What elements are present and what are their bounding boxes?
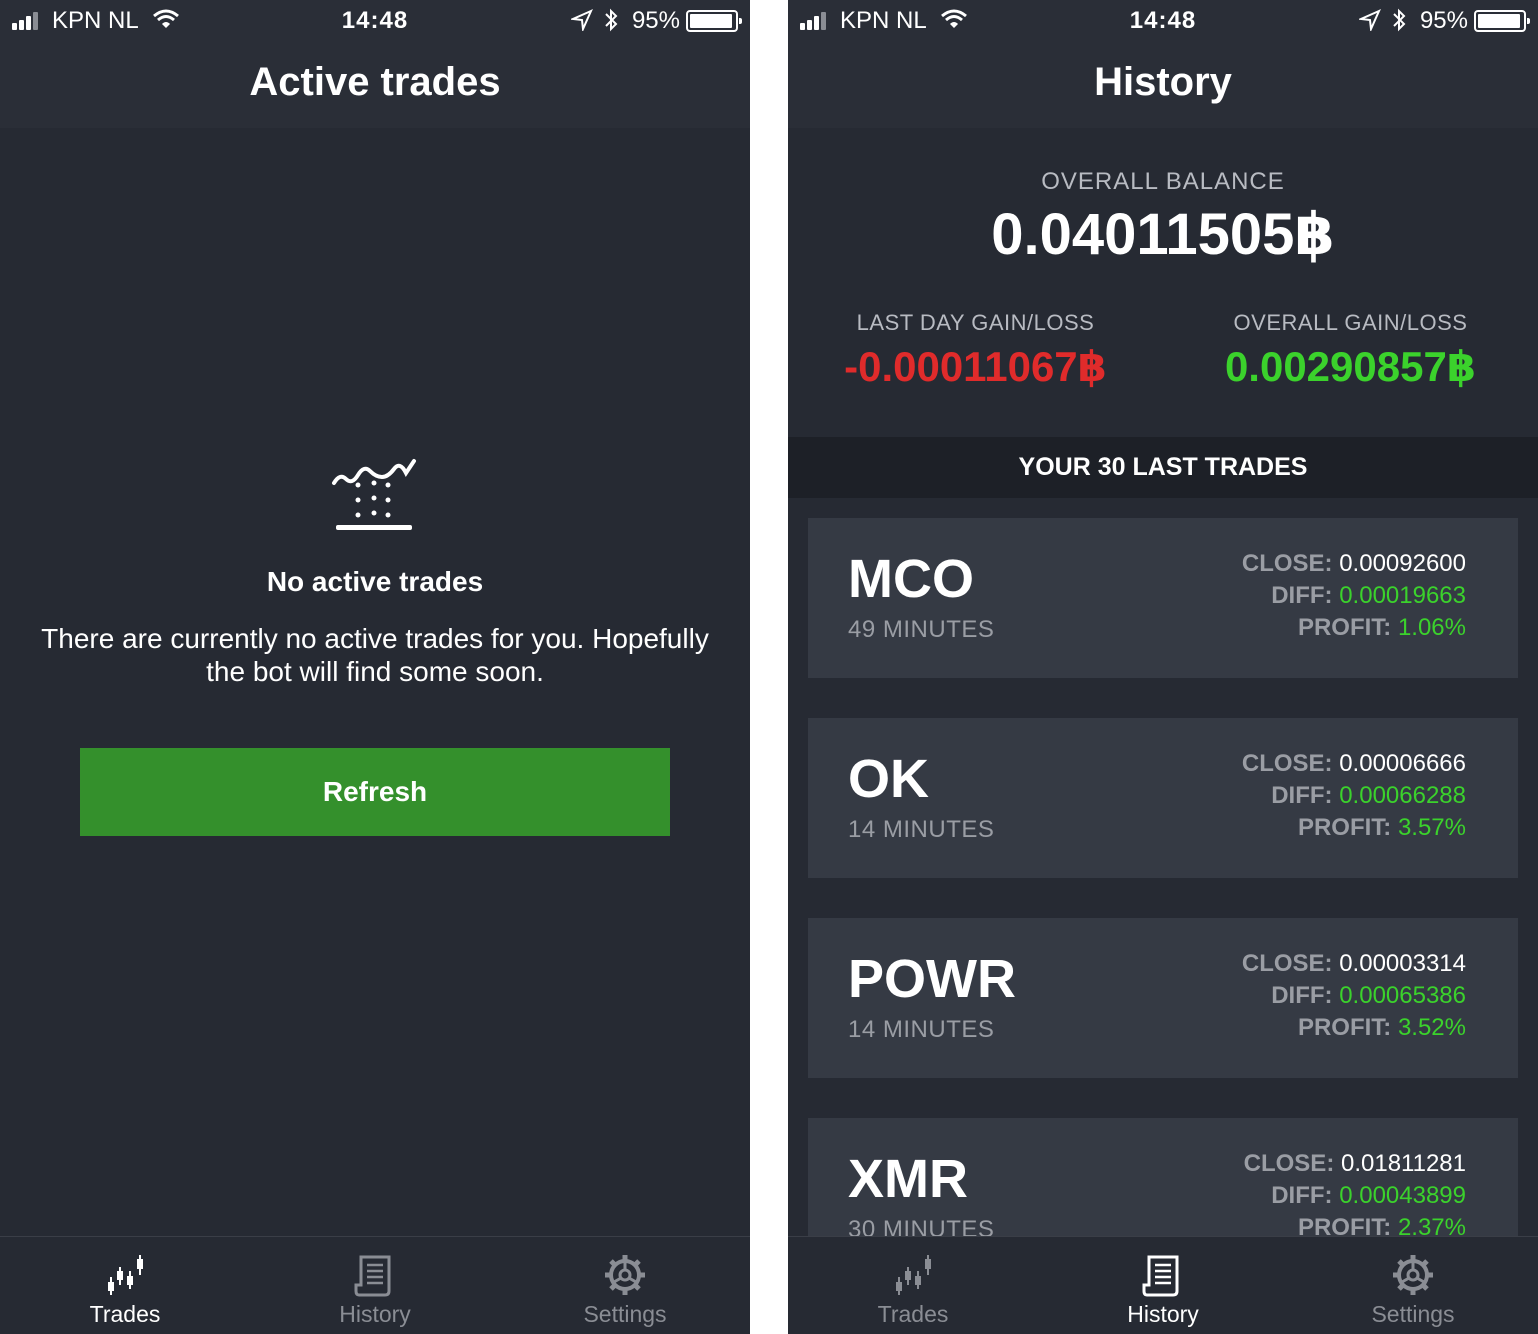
diff-value: 0.00019663	[1339, 582, 1466, 609]
close-key: CLOSE:	[1243, 1150, 1335, 1177]
trade-symbol: POWR	[848, 949, 1016, 1009]
diff-key: DIFF:	[1271, 582, 1333, 609]
diff-key: DIFF:	[1271, 782, 1333, 809]
location-icon	[1359, 9, 1381, 31]
tab-history[interactable]: History	[250, 1237, 500, 1334]
status-bar: KPN NL 14:48 95%	[788, 0, 1538, 40]
tab-trades[interactable]: Trades	[788, 1237, 1038, 1334]
battery-icon	[686, 10, 742, 32]
bluetooth-icon	[605, 8, 618, 32]
last-day-gain-value: -0.00011067฿	[844, 343, 1107, 390]
trade-card[interactable]: MCO 49 MINUTES CLOSE: 0.00092600 DIFF: 0…	[808, 518, 1518, 678]
trade-list[interactable]: MCO 49 MINUTES CLOSE: 0.00092600 DIFF: 0…	[808, 518, 1518, 1236]
close-key: CLOSE:	[1241, 550, 1333, 577]
profit-key: PROFIT:	[1297, 814, 1392, 841]
tab-bar: Trades History Settings	[0, 1236, 750, 1334]
profit-value: 3.57%	[1397, 814, 1466, 841]
diff-value: 0.00065386	[1339, 982, 1466, 1009]
receipt-icon	[353, 1253, 397, 1297]
overall-gain: OVERALL GAIN/LOSS 0.00290857฿	[1163, 310, 1538, 391]
diff-key: DIFF:	[1271, 982, 1333, 1009]
candlestick-icon	[103, 1253, 147, 1297]
tab-bar: Trades History Settings	[788, 1236, 1538, 1334]
tab-history[interactable]: History	[1038, 1237, 1288, 1334]
profit-key: PROFIT:	[1297, 1214, 1392, 1236]
overall-gain-label: OVERALL GAIN/LOSS	[1233, 310, 1468, 335]
tab-settings[interactable]: Settings	[1288, 1237, 1538, 1334]
refresh-button[interactable]: Refresh	[80, 748, 670, 836]
tab-label: History	[339, 1301, 411, 1327]
trade-symbol: MCO	[848, 549, 974, 609]
trade-age: 49 MINUTES	[848, 616, 995, 643]
candlestick-icon	[891, 1253, 935, 1297]
tab-label: Trades	[877, 1301, 949, 1327]
page-title: History	[1094, 60, 1232, 104]
close-key: CLOSE:	[1241, 750, 1333, 777]
last-day-gain: LAST DAY GAIN/LOSS -0.00011067฿	[788, 310, 1163, 391]
profit-key: PROFIT:	[1297, 1014, 1392, 1041]
history-screen: KPN NL 14:48 95% History OVERALL BALANCE…	[788, 0, 1538, 1334]
section-header: YOUR 30 LAST TRADES	[788, 437, 1538, 498]
status-bar: KPN NL 14:48 95%	[0, 0, 750, 40]
diff-value: 0.00043899	[1339, 1182, 1466, 1209]
page-title: Active trades	[249, 60, 501, 104]
battery-percent: 95%	[1419, 7, 1468, 34]
tab-label: History	[1127, 1301, 1199, 1327]
trade-symbol: OK	[848, 749, 929, 809]
nav-bar: Active trades	[0, 40, 750, 128]
battery-icon	[1474, 10, 1530, 32]
trade-stats: CLOSE: 0.00092600 DIFF: 0.00019663 PROFI…	[1242, 548, 1466, 644]
battery-percent: 95%	[631, 7, 680, 34]
profit-value: 3.52%	[1397, 1014, 1466, 1041]
tab-settings[interactable]: Settings	[500, 1237, 750, 1334]
empty-state-title: No active trades	[266, 566, 484, 597]
diff-key: DIFF:	[1271, 1182, 1333, 1209]
overall-balance-label: OVERALL BALANCE	[1041, 168, 1285, 195]
nav-bar: History	[788, 40, 1538, 128]
chart-empty-icon	[332, 459, 416, 530]
bluetooth-icon	[1393, 8, 1406, 32]
profit-value: 2.37%	[1397, 1214, 1466, 1236]
location-icon	[571, 9, 593, 31]
trade-stats: CLOSE: 0.01811281 DIFF: 0.00043899 PROFI…	[1244, 1148, 1466, 1236]
tab-label: Trades	[89, 1301, 161, 1327]
tab-label: Settings	[1371, 1301, 1455, 1327]
tab-trades[interactable]: Trades	[0, 1237, 250, 1334]
trade-age: 30 MINUTES	[848, 1216, 995, 1236]
trade-age: 14 MINUTES	[848, 816, 995, 843]
overall-gain-value: 0.00290857฿	[1224, 343, 1477, 390]
diff-value: 0.00066288	[1339, 782, 1466, 809]
tab-label: Settings	[583, 1301, 667, 1327]
trade-card[interactable]: POWR 14 MINUTES CLOSE: 0.00003314 DIFF: …	[808, 918, 1518, 1078]
close-key: CLOSE:	[1241, 950, 1333, 977]
trade-card[interactable]: XMR 30 MINUTES CLOSE: 0.01811281 DIFF: 0…	[808, 1118, 1518, 1236]
trade-symbol: XMR	[848, 1149, 968, 1209]
gear-icon	[1391, 1253, 1435, 1297]
close-value: 0.00092600	[1339, 550, 1466, 577]
trade-age: 14 MINUTES	[848, 1016, 995, 1043]
close-value: 0.00003314	[1339, 950, 1466, 977]
gear-icon	[603, 1253, 647, 1297]
trade-stats: CLOSE: 0.00003314 DIFF: 0.00065386 PROFI…	[1242, 948, 1466, 1044]
close-value: 0.01811281	[1340, 1150, 1466, 1177]
profit-key: PROFIT:	[1297, 614, 1392, 641]
receipt-icon	[1141, 1253, 1185, 1297]
trade-card[interactable]: OK 14 MINUTES CLOSE: 0.00006666 DIFF: 0.…	[808, 718, 1518, 878]
last-day-gain-label: LAST DAY GAIN/LOSS	[856, 310, 1095, 335]
trade-stats: CLOSE: 0.00006666 DIFF: 0.00066288 PROFI…	[1242, 748, 1466, 844]
active-trades-screen: KPN NL 14:48 95% Active trades No active…	[0, 0, 750, 1334]
profit-value: 1.06%	[1397, 614, 1466, 641]
overall-balance-value: 0.04011505฿	[991, 202, 1335, 267]
close-value: 0.00006666	[1339, 750, 1466, 777]
empty-state-text: There are currently no active trades for…	[41, 623, 709, 687]
